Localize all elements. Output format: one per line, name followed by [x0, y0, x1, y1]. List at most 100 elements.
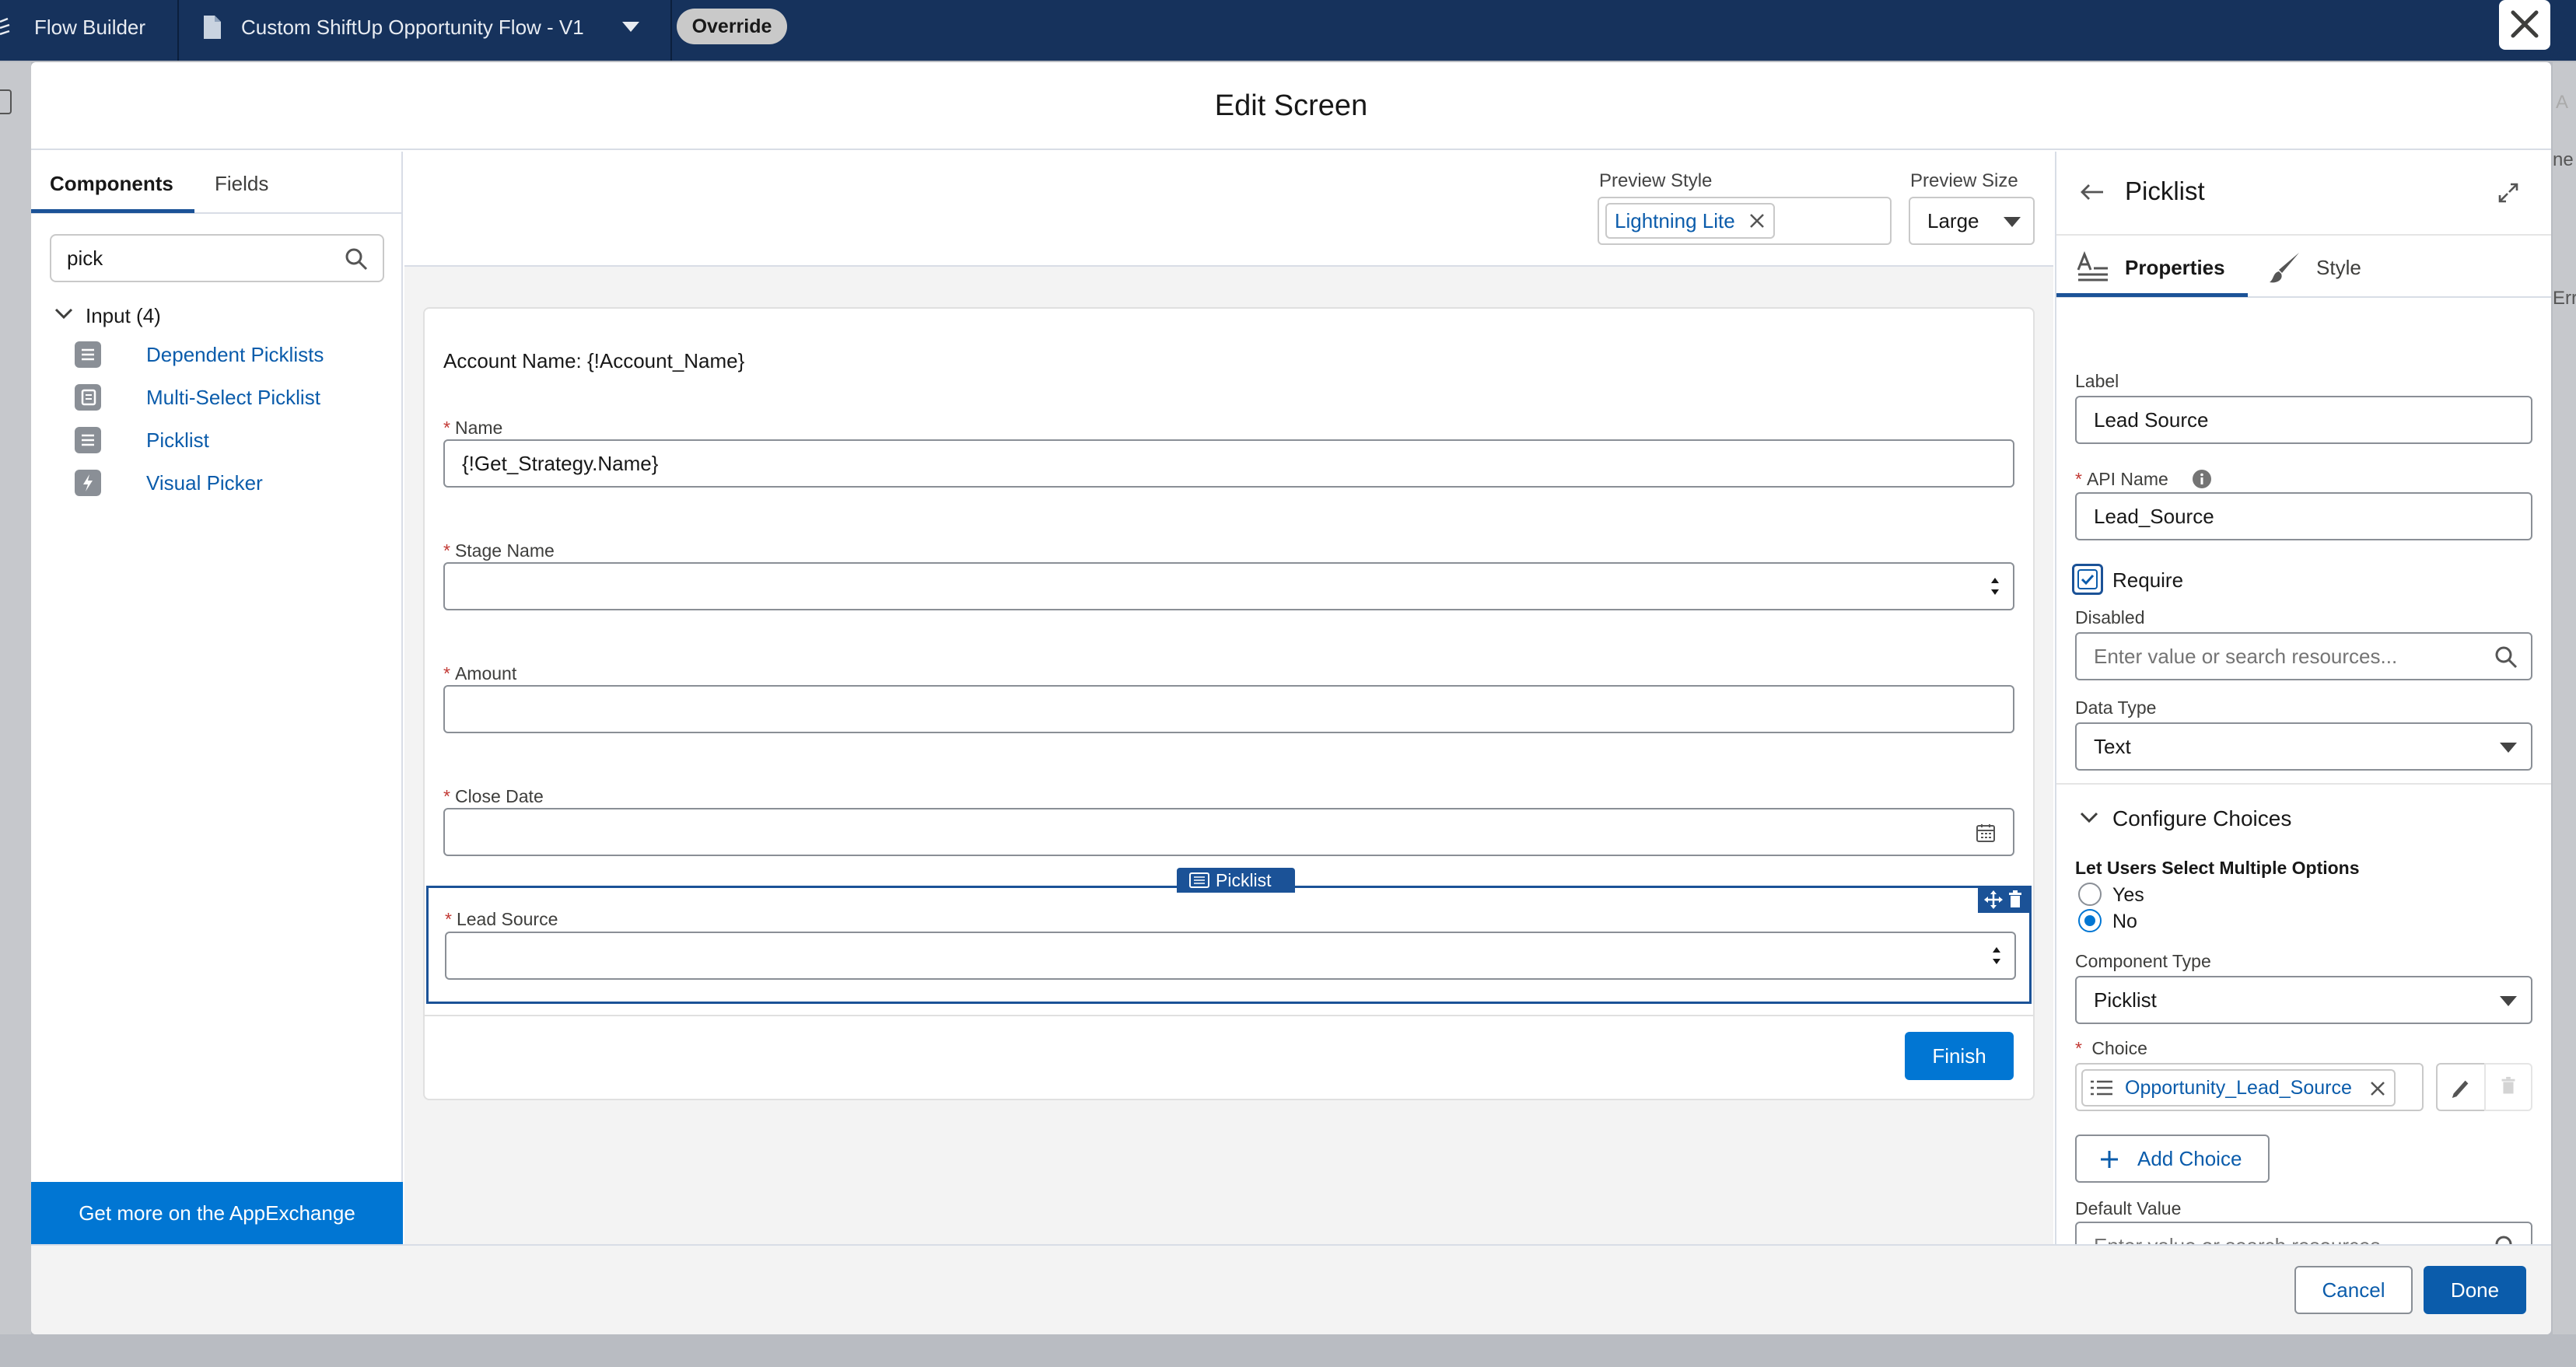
- data-type-select[interactable]: Text: [2075, 722, 2532, 771]
- account-name-text[interactable]: Account Name: {!Account_Name}: [443, 349, 744, 373]
- search-icon: [345, 248, 368, 271]
- tag-label: Picklist: [1216, 870, 1272, 890]
- component-type-select[interactable]: Picklist: [2075, 976, 2532, 1024]
- name-input[interactable]: {!Get_Strategy.Name}: [443, 439, 2014, 488]
- arrow-left-icon[interactable]: [2080, 183, 2105, 201]
- require-checkbox[interactable]: [2072, 564, 2103, 595]
- edge-text: A: [2556, 92, 2569, 113]
- caret-down-icon: [2500, 743, 2517, 753]
- edge-text: Err: [2553, 288, 2576, 309]
- move-icon[interactable]: [1984, 890, 2003, 909]
- close-date-input[interactable]: [443, 808, 2014, 856]
- appexchange-button[interactable]: Get more on the AppExchange: [31, 1182, 403, 1244]
- brush-icon: [2270, 253, 2299, 283]
- component-search-input[interactable]: pick: [50, 234, 384, 282]
- preview-style-field[interactable]: Lightning Lite: [1598, 197, 1892, 245]
- select-value: Picklist: [2094, 988, 2157, 1012]
- check-icon: [2081, 574, 2095, 586]
- selected-component-frame[interactable]: Picklist * Lead Source: [426, 868, 2032, 1004]
- close-icon: [2511, 10, 2539, 38]
- choice-field[interactable]: Opportunity_Lead_Source: [2075, 1063, 2424, 1111]
- lead-source-select[interactable]: [445, 932, 2016, 980]
- component-label: Picklist: [146, 428, 209, 452]
- plus-icon: [2101, 1151, 2118, 1168]
- disabled-input[interactable]: Enter value or search resources...: [2075, 632, 2532, 680]
- background-edge-right: A ne Err: [2553, 62, 2576, 1334]
- close-modal-button[interactable]: [2499, 0, 2550, 50]
- radio-yes[interactable]: [2078, 883, 2102, 906]
- selected-component-tag: Picklist: [1177, 868, 1295, 893]
- multi-select-label: Let Users Select Multiple Options: [2075, 858, 2360, 878]
- divider: [670, 0, 672, 61]
- delete-choice-button[interactable]: [2484, 1063, 2532, 1111]
- choice-label: * Choice: [2075, 1038, 2147, 1058]
- caret-down-icon: [2500, 996, 2517, 1006]
- component-label: Multi-Select Picklist: [146, 386, 320, 409]
- expand-icon[interactable]: [2497, 181, 2520, 205]
- stage-name-select[interactable]: [443, 562, 2014, 610]
- input-value: Lead_Source: [2094, 505, 2214, 528]
- caret-down-icon: [2004, 217, 2021, 227]
- text-format-icon: [2077, 251, 2108, 281]
- input-value: Lead Source: [2094, 408, 2209, 432]
- tab-style[interactable]: Style: [2316, 256, 2361, 280]
- calendar-icon[interactable]: [1976, 823, 1996, 843]
- components-panel: Components Fields pick Input (4) Depende…: [31, 152, 403, 1244]
- chevron-down-icon[interactable]: [2078, 806, 2100, 828]
- menu-icon[interactable]: [0, 16, 12, 44]
- preview-size-select[interactable]: Large: [1909, 197, 2035, 245]
- cancel-button[interactable]: Cancel: [2294, 1266, 2413, 1314]
- flow-title[interactable]: Custom ShiftUp Opportunity Flow - V1: [241, 16, 584, 40]
- tab-fields[interactable]: Fields: [215, 172, 268, 196]
- preview-bar: Preview Style Lightning Lite Preview Siz…: [404, 152, 2053, 267]
- panel-tabs: Components Fields: [31, 152, 403, 214]
- choice-pill[interactable]: Opportunity_Lead_Source: [2081, 1069, 2396, 1107]
- disabled-label: Disabled: [2075, 607, 2145, 628]
- modal-header: Edit Screen: [31, 62, 2551, 150]
- list-icon: [1189, 872, 1209, 888]
- amount-input[interactable]: [443, 685, 2014, 733]
- field-label-lead-source: * Lead Source: [445, 909, 558, 929]
- chevron-down-icon[interactable]: [53, 302, 75, 324]
- tab-components[interactable]: Components: [50, 172, 173, 196]
- modal-footer: Cancel Done: [31, 1244, 2551, 1334]
- properties-tabs: Properties Style: [2056, 234, 2551, 298]
- edit-screen-modal: Edit Screen Components Fields pick Input…: [31, 62, 2551, 1334]
- placeholder: Enter value or search resources...: [2094, 645, 2398, 668]
- checkbox-inner: [2077, 569, 2098, 589]
- select-arrows-icon: [1993, 947, 2000, 964]
- screen-canvas: Preview Style Lightning Lite Preview Siz…: [404, 152, 2053, 1244]
- square-icon: [0, 89, 12, 114]
- delete-icon[interactable]: [2009, 890, 2021, 907]
- properties-header: Picklist: [2056, 152, 2551, 237]
- active-tab-indicator: [2056, 293, 2248, 297]
- radio-no[interactable]: [2078, 909, 2102, 932]
- api-name-input[interactable]: Lead_Source: [2075, 492, 2532, 540]
- component-label: Visual Picker: [146, 471, 263, 495]
- close-icon[interactable]: [1748, 212, 1766, 229]
- input-group-label[interactable]: Input (4): [86, 304, 161, 328]
- pencil-icon: [2452, 1080, 2469, 1099]
- chevron-down-icon[interactable]: [622, 22, 639, 32]
- preview-style-pill[interactable]: Lightning Lite: [1605, 203, 1775, 239]
- field-label-stage-name: * Stage Name: [443, 540, 555, 561]
- app-name: Flow Builder: [34, 16, 146, 39]
- button-label: Add Choice: [2137, 1147, 2242, 1170]
- add-choice-button[interactable]: Add Choice: [2075, 1135, 2270, 1183]
- preview-style-label: Preview Style: [1599, 170, 1713, 191]
- input-value: {!Get_Strategy.Name}: [462, 452, 659, 475]
- done-button[interactable]: Done: [2424, 1266, 2526, 1314]
- divider: [425, 1015, 2033, 1016]
- choice-value: Opportunity_Lead_Source: [2125, 1077, 2352, 1099]
- list-icon: [75, 341, 101, 368]
- edit-choice-button[interactable]: [2436, 1063, 2486, 1111]
- tab-properties[interactable]: Properties: [2125, 256, 2225, 280]
- active-tab-indicator: [31, 209, 194, 213]
- close-icon[interactable]: [2369, 1080, 2386, 1097]
- finish-button[interactable]: Finish: [1905, 1032, 2014, 1080]
- configure-choices-title[interactable]: Configure Choices: [2112, 806, 2291, 831]
- info-icon[interactable]: [2192, 469, 2212, 489]
- label-field-label: Label: [2075, 371, 2119, 391]
- list-icon: [2091, 1080, 2112, 1096]
- label-input[interactable]: Lead Source: [2075, 396, 2532, 444]
